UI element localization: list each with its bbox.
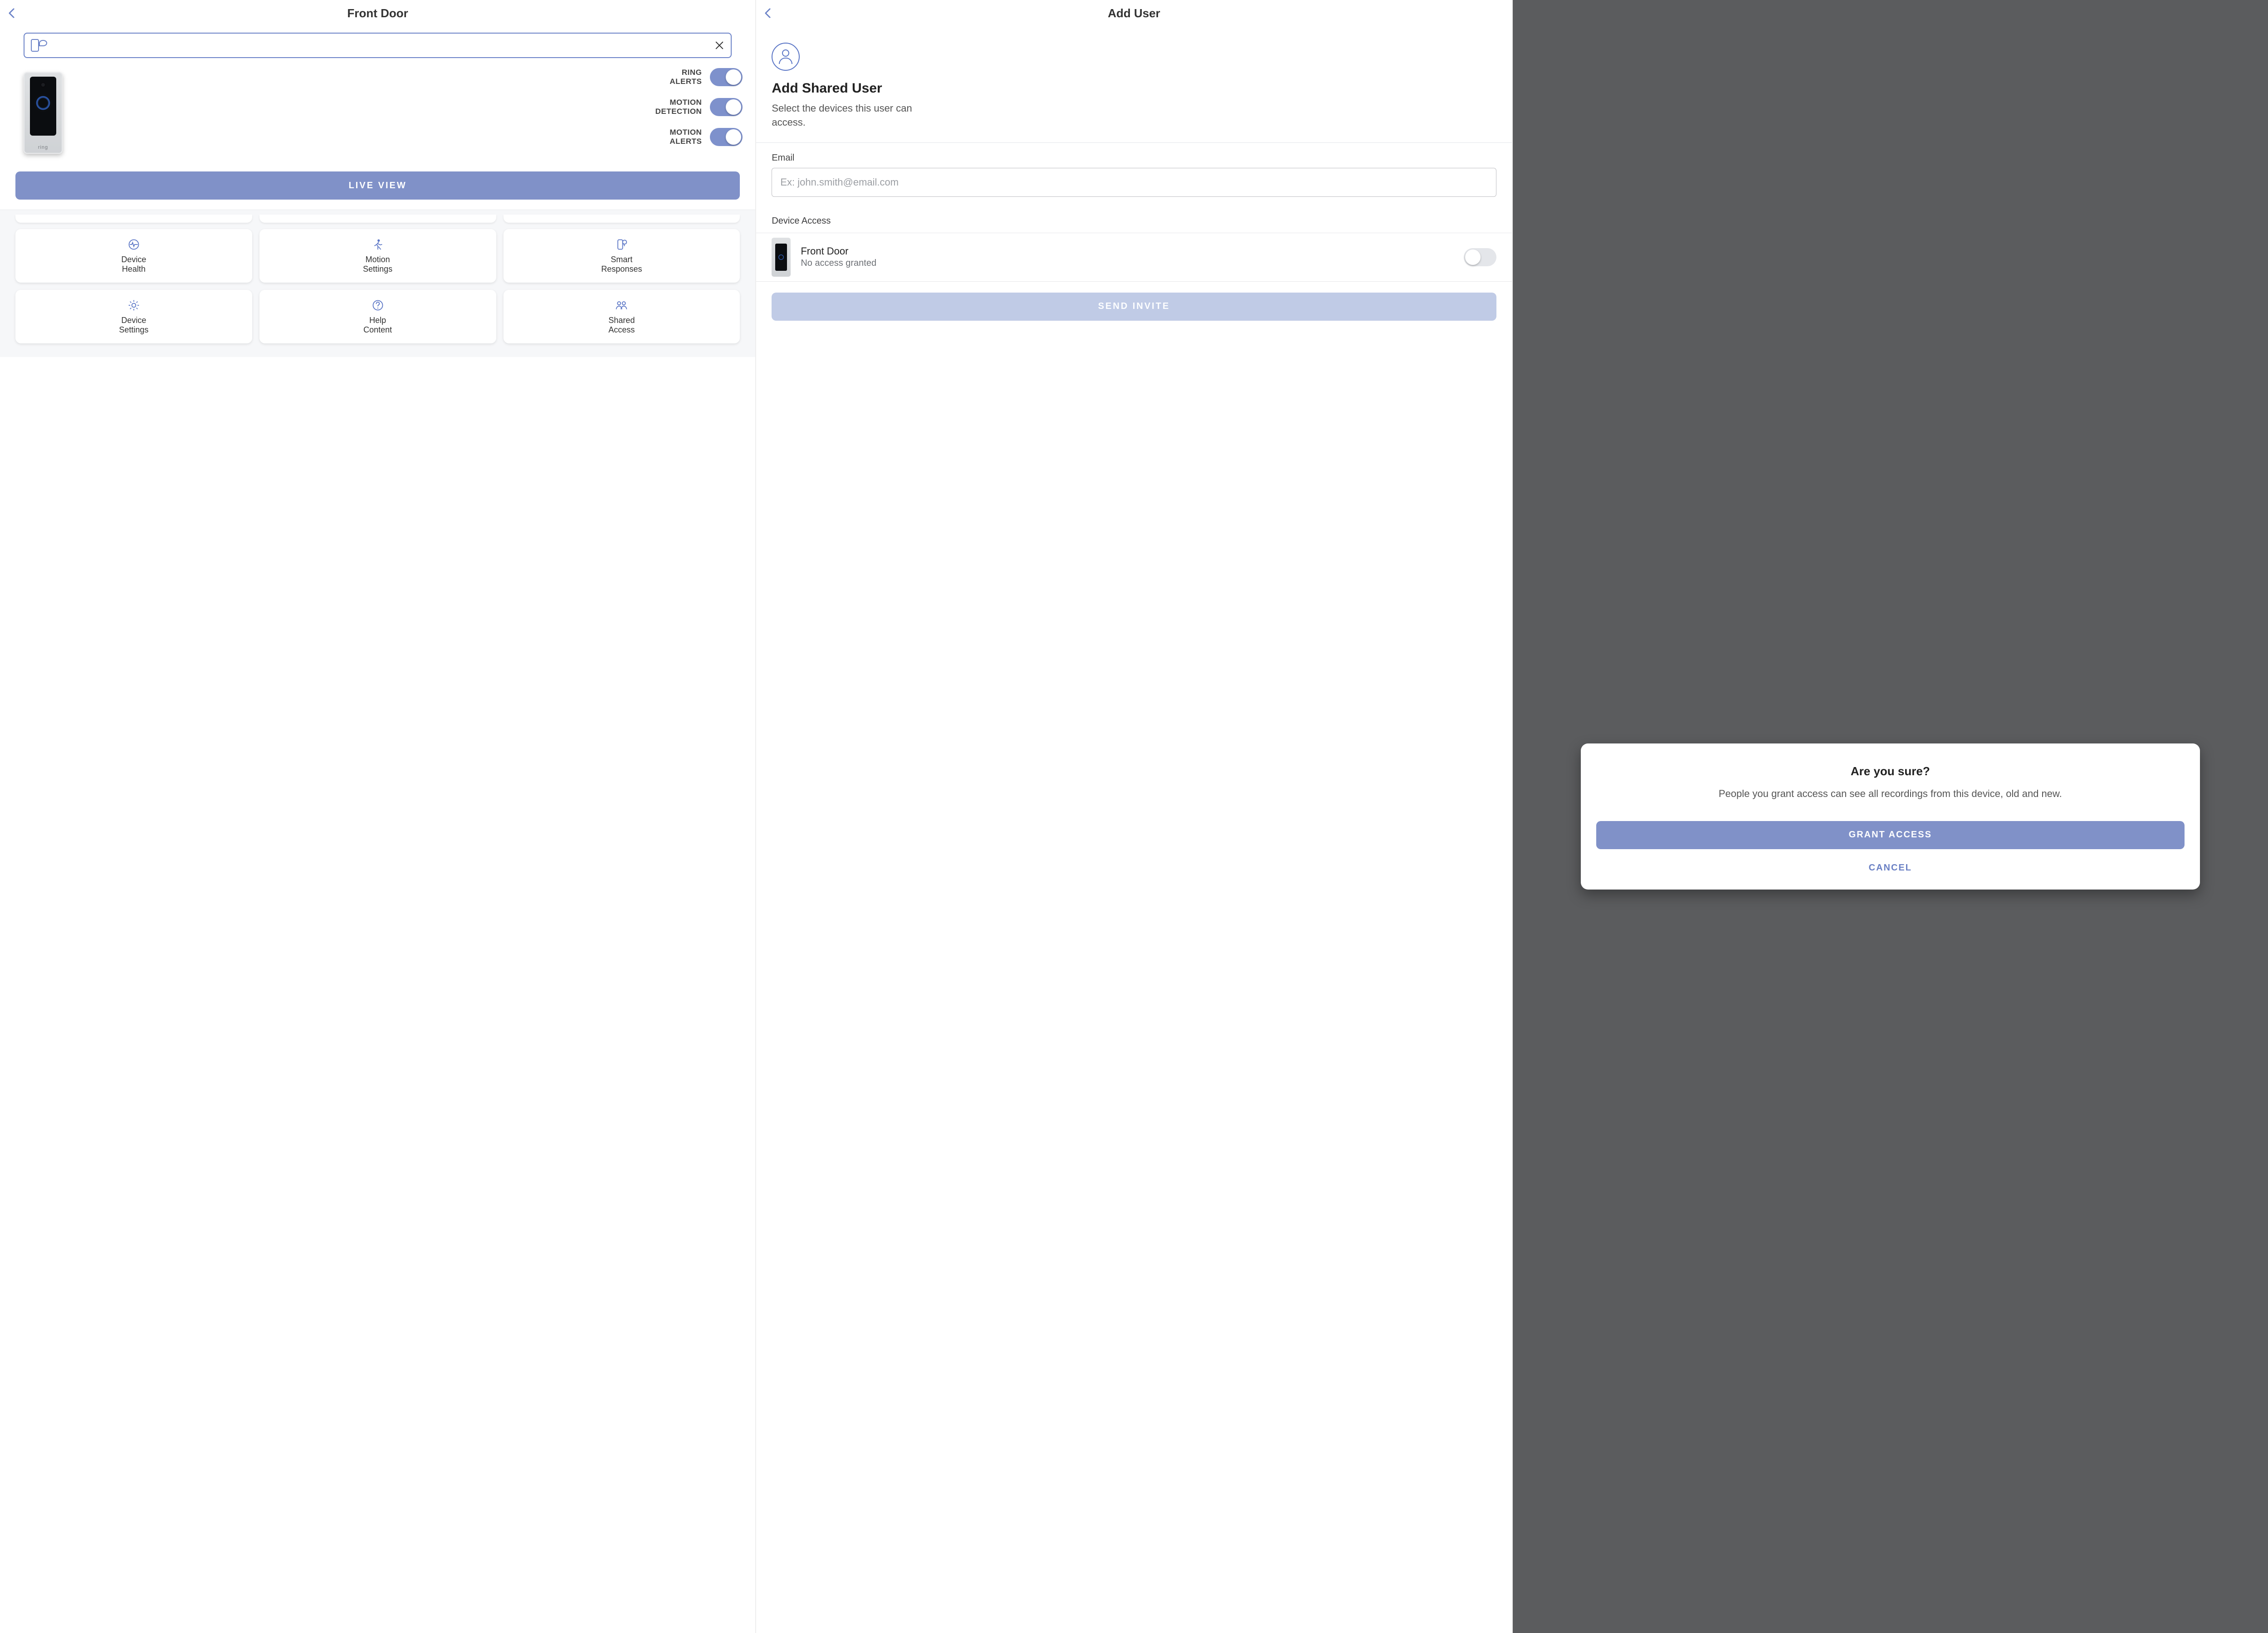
device-settings-icon [127, 298, 141, 312]
confirmation-dialog: Are you sure? People you grant access ca… [1581, 743, 2200, 890]
speech-bubble-icon [39, 40, 47, 46]
doorbell-image: ring [24, 72, 63, 154]
motion-settings-icon [371, 238, 385, 251]
toggle-label: MOTION DETECTION [655, 98, 702, 116]
page-title: Add User [756, 6, 1511, 20]
device-name-icon [31, 39, 47, 52]
tile-label: Smart Responses [601, 255, 642, 274]
dialog-title: Are you sure? [1596, 764, 2185, 778]
toggles: RING ALERTS MOTION DETECTION MOTION ALER… [77, 65, 743, 146]
toggle-motion-alerts: MOTION ALERTS [77, 128, 743, 146]
device-access-status: No access granted [801, 258, 1453, 269]
topbar: Add User [756, 0, 1511, 26]
device-access-switch[interactable] [1464, 248, 1496, 266]
doorbell-glyph-icon [31, 39, 39, 52]
email-label: Email [772, 153, 1496, 163]
device-thumbnail: ring [9, 65, 77, 161]
ring-alerts-switch[interactable] [710, 68, 743, 86]
tile-motion-settings[interactable]: Motion Settings [259, 229, 496, 283]
page-title: Front Door [0, 6, 755, 20]
shared-access-icon [615, 298, 628, 312]
help-content-icon [371, 298, 385, 312]
dialog-body: People you grant access can see all reco… [1596, 787, 2185, 801]
tile-device-settings[interactable]: Device Settings [15, 290, 252, 343]
device-health-icon [127, 238, 141, 251]
settings-tiles: Device Health Motion Settings Smart Resp… [0, 210, 755, 357]
motion-alerts-switch[interactable] [710, 128, 743, 146]
send-invite-button[interactable]: SEND INVITE [772, 293, 1496, 321]
tile-smart-responses[interactable]: Smart Responses [503, 229, 740, 283]
toggle-label: MOTION ALERTS [670, 128, 702, 146]
chevron-left-icon [765, 8, 775, 19]
screen-add-user: Add User Add Shared User Select the devi… [755, 0, 1511, 1633]
tile-label: Help Content [363, 316, 392, 334]
tile-row-cutoff [15, 210, 740, 223]
device-name-field[interactable] [24, 33, 732, 58]
back-button[interactable] [759, 2, 781, 24]
chevron-left-icon [9, 8, 19, 19]
screen-front-door: Front Door ring RING A [0, 0, 755, 1633]
clear-icon[interactable] [714, 40, 724, 50]
motion-detection-switch[interactable] [710, 98, 743, 116]
add-shared-user-heading: Add Shared User [772, 81, 1496, 96]
smart-responses-icon [615, 238, 628, 251]
tile-help-content[interactable]: Help Content [259, 290, 496, 343]
device-brand: ring [38, 145, 48, 150]
grant-access-button[interactable]: GRANT ACCESS [1596, 821, 2185, 849]
divider [756, 142, 1511, 143]
screen-confirm-dialog: Are you sure? People you grant access ca… [1512, 0, 2268, 1633]
toggle-ring-alerts: RING ALERTS [77, 68, 743, 86]
live-view-button[interactable]: LIVE VIEW [15, 171, 740, 200]
user-avatar-icon [772, 43, 800, 71]
device-access-name: Front Door [801, 245, 1453, 257]
tile-label: Shared Access [608, 316, 635, 334]
tile-label: Motion Settings [363, 255, 392, 274]
tile-label: Device Health [121, 255, 146, 274]
back-button[interactable] [3, 2, 24, 24]
tile-shared-access[interactable]: Shared Access [503, 290, 740, 343]
device-thumbnail [772, 238, 791, 277]
topbar: Front Door [0, 0, 755, 26]
device-access-label: Device Access [772, 216, 1496, 226]
device-access-row: Front Door No access granted [756, 233, 1511, 282]
toggle-label: RING ALERTS [670, 68, 702, 86]
device-row: ring RING ALERTS MOTION DETECTION MOTION… [0, 62, 755, 169]
tile-device-health[interactable]: Device Health [15, 229, 252, 283]
cancel-button[interactable]: CANCEL [1596, 863, 2185, 873]
tile-label: Device Settings [119, 316, 148, 334]
toggle-motion-detection: MOTION DETECTION [77, 98, 743, 116]
add-shared-user-subtext: Select the devices this user can access. [772, 102, 926, 130]
email-input[interactable] [772, 168, 1496, 197]
